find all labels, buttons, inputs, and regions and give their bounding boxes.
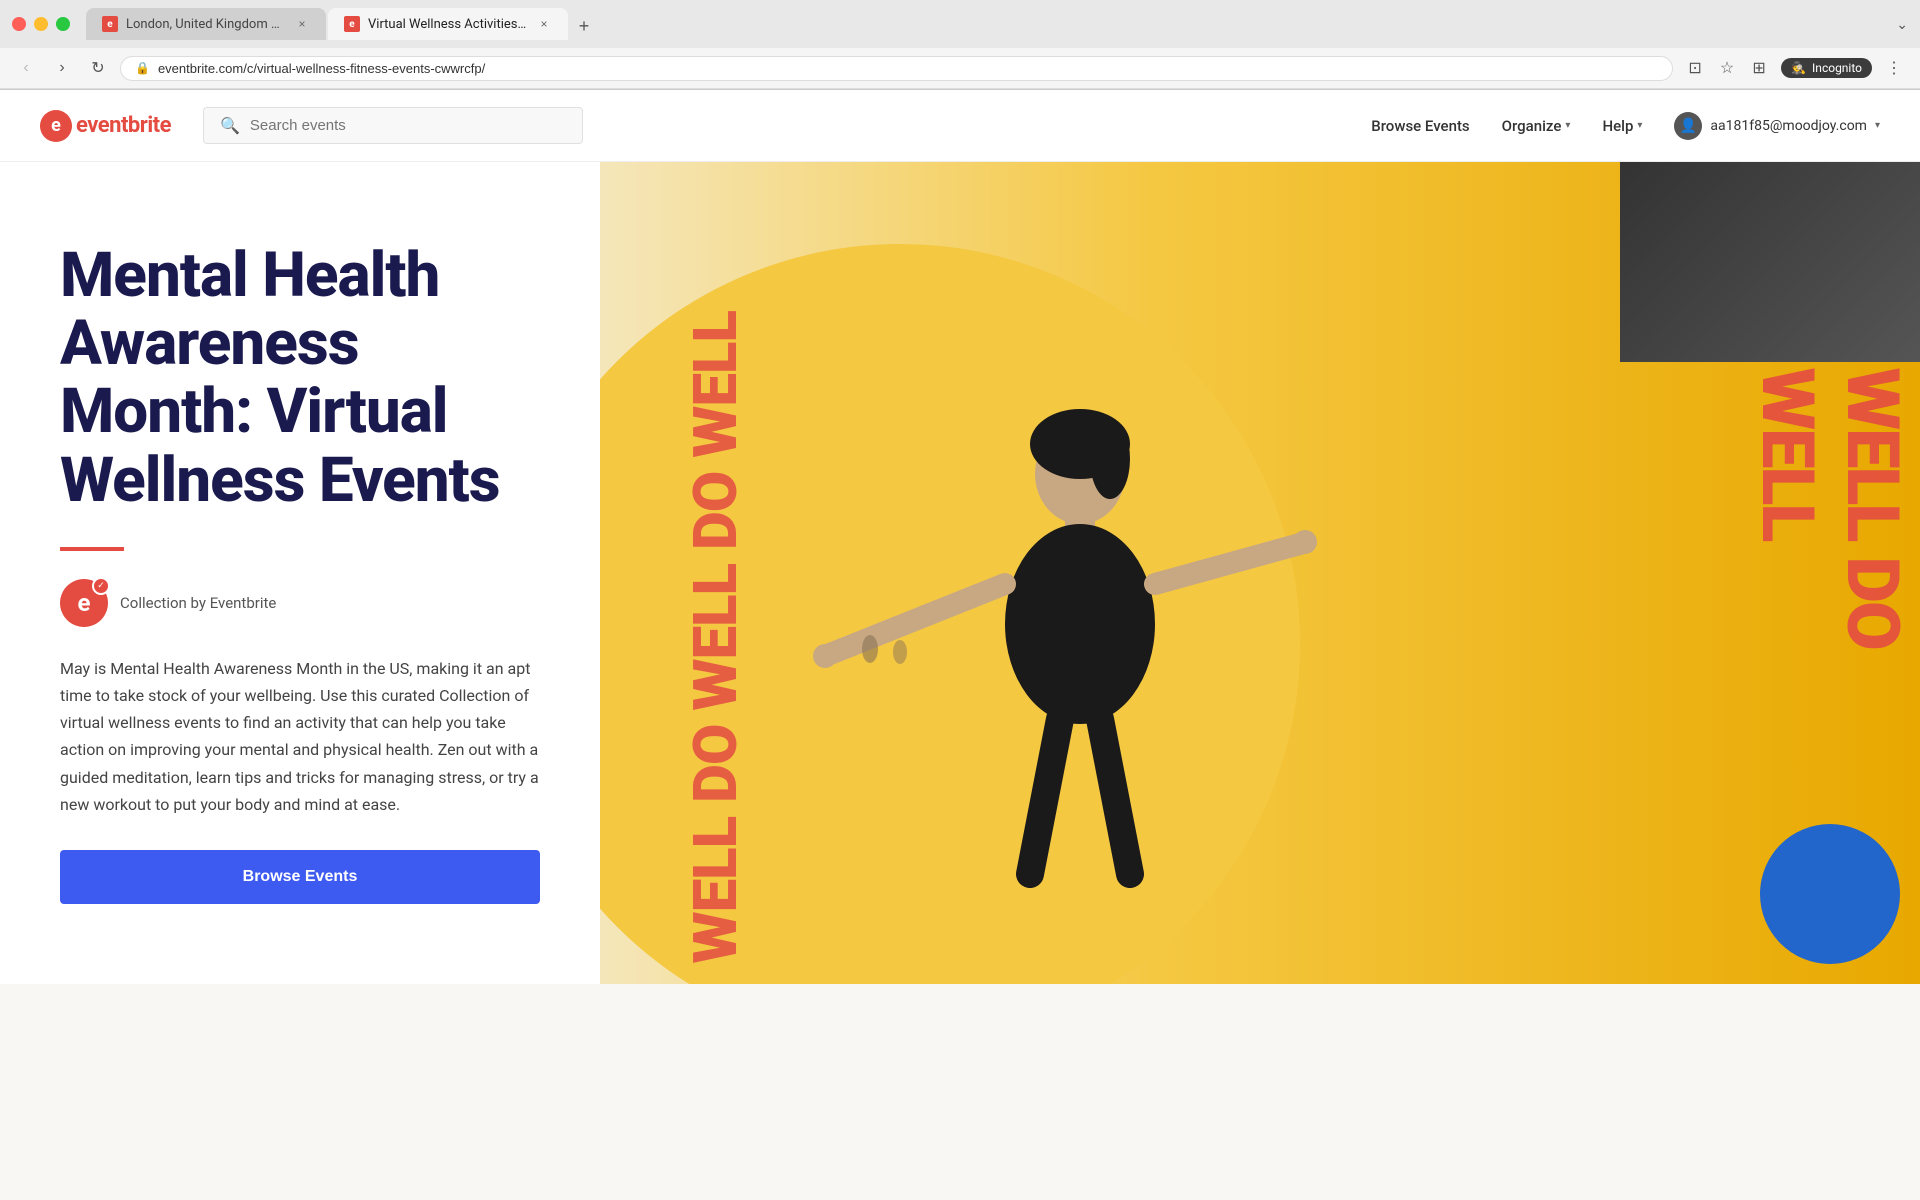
browse-events-cta-button[interactable]: Browse Events bbox=[60, 850, 540, 904]
forward-button[interactable]: › bbox=[48, 54, 76, 82]
back-icon: ‹ bbox=[23, 59, 28, 77]
help-link[interactable]: Help ▾ bbox=[1602, 117, 1642, 135]
search-icon: 🔍 bbox=[220, 116, 240, 135]
url-input[interactable] bbox=[158, 61, 1658, 76]
eventbrite-logo[interactable]: e eventbrite bbox=[40, 110, 171, 142]
hero-dark-overlay bbox=[1620, 162, 1920, 362]
organize-chevron-icon: ▾ bbox=[1565, 120, 1570, 131]
extension-button[interactable]: ⊞ bbox=[1745, 54, 1773, 82]
help-chevron-icon: ▾ bbox=[1637, 120, 1642, 131]
hero-right-panel: WELL DO WELL DO WELL WELL DO WELL DO WEL… bbox=[600, 162, 1920, 984]
window-minimize-button[interactable] bbox=[34, 17, 48, 31]
menu-dots-icon: ⋮ bbox=[1886, 58, 1902, 78]
eventbrite-logo-text: eventbrite bbox=[76, 113, 171, 138]
window-close-button[interactable] bbox=[12, 17, 26, 31]
cast-icon: ⊡ bbox=[1688, 58, 1701, 78]
eventbrite-logo-icon: e bbox=[40, 110, 72, 142]
bookmark-button[interactable]: ☆ bbox=[1713, 54, 1741, 82]
browse-events-link[interactable]: Browse Events bbox=[1371, 117, 1469, 135]
tab-favicon-1: e bbox=[102, 16, 118, 32]
hero-rotating-text-bottom: WELL DO WELL DO WELL bbox=[680, 311, 751, 964]
incognito-icon: 🕵 bbox=[1791, 61, 1806, 75]
user-icon-glyph: 👤 bbox=[1680, 118, 1697, 134]
nav-links: Browse Events Organize ▾ Help ▾ 👤 aa181f… bbox=[1371, 112, 1880, 140]
tab-expand-button[interactable]: ⌄ bbox=[1896, 16, 1908, 33]
collection-logo: e ✓ bbox=[60, 579, 108, 627]
tab-favicon-2: e bbox=[344, 16, 360, 32]
lock-icon: 🔒 bbox=[135, 61, 150, 75]
user-avatar-icon: 👤 bbox=[1674, 112, 1702, 140]
hero-description: May is Mental Health Awareness Month in … bbox=[60, 655, 540, 818]
tabs-bar: e London, United Kingdom Ev... × e Virtu… bbox=[86, 8, 1888, 40]
hero-person-image bbox=[650, 344, 1350, 984]
browser-tab-1[interactable]: e London, United Kingdom Ev... × bbox=[86, 8, 326, 40]
new-tab-button[interactable]: + bbox=[570, 12, 598, 40]
forward-icon: › bbox=[59, 59, 64, 77]
hero-left-panel: Mental Health Awareness Month: Virtual W… bbox=[0, 162, 600, 984]
hero-small-preview bbox=[1760, 824, 1900, 964]
eventbrite-navbar: e eventbrite 🔍 Browse Events Organize ▾ … bbox=[0, 90, 1920, 162]
tab-title-1: London, United Kingdom Ev... bbox=[126, 17, 286, 32]
tab-close-button-2[interactable]: × bbox=[536, 16, 552, 32]
user-email-label: aa181f85@moodjoy.com bbox=[1710, 118, 1867, 134]
incognito-badge: 🕵 Incognito bbox=[1781, 58, 1872, 78]
user-chevron-icon: ▾ bbox=[1875, 120, 1880, 131]
user-area[interactable]: 👤 aa181f85@moodjoy.com ▾ bbox=[1674, 112, 1880, 140]
address-bar-actions: ⊡ ☆ ⊞ bbox=[1681, 54, 1773, 82]
browse-events-label: Browse Events bbox=[1371, 117, 1469, 135]
puzzle-icon: ⊞ bbox=[1752, 58, 1765, 78]
search-input[interactable] bbox=[250, 117, 566, 134]
hero-rotating-text-right: WELL DO WELL DO WELL bbox=[1745, 367, 1920, 778]
window-maximize-button[interactable] bbox=[56, 17, 70, 31]
address-bar[interactable]: 🔒 bbox=[120, 56, 1673, 81]
browser-titlebar: e London, United Kingdom Ev... × e Virtu… bbox=[0, 0, 1920, 48]
collection-label: Collection by Eventbrite bbox=[120, 594, 276, 612]
browser-tab-2[interactable]: e Virtual Wellness Activities | Ev... × bbox=[328, 8, 568, 40]
organize-link[interactable]: Organize ▾ bbox=[1502, 117, 1571, 135]
hero-banner: Mental Health Awareness Month: Virtual W… bbox=[0, 162, 1920, 984]
collection-check-icon: ✓ bbox=[92, 577, 110, 595]
back-button[interactable]: ‹ bbox=[12, 54, 40, 82]
help-label: Help bbox=[1602, 117, 1633, 135]
bookmark-icon: ☆ bbox=[1720, 58, 1734, 78]
hero-person-svg bbox=[650, 344, 1350, 984]
collection-badge: e ✓ Collection by Eventbrite bbox=[60, 579, 540, 627]
organize-label: Organize bbox=[1502, 117, 1562, 135]
eventbrite-search-bar[interactable]: 🔍 bbox=[203, 107, 583, 144]
browser-chrome: e London, United Kingdom Ev... × e Virtu… bbox=[0, 0, 1920, 90]
reload-button[interactable]: ↻ bbox=[84, 54, 112, 82]
reload-icon: ↻ bbox=[91, 58, 104, 78]
hero-title: Mental Health Awareness Month: Virtual W… bbox=[60, 242, 540, 515]
tab-title-2: Virtual Wellness Activities | Ev... bbox=[368, 17, 528, 32]
browser-menu-button[interactable]: ⋮ bbox=[1880, 54, 1908, 82]
address-bar-row: ‹ › ↻ 🔒 ⊡ ☆ ⊞ 🕵 Incognito bbox=[0, 48, 1920, 89]
incognito-label: Incognito bbox=[1812, 61, 1862, 75]
hero-divider bbox=[60, 547, 124, 551]
main-content: Mental Health Awareness Month: Virtual W… bbox=[0, 162, 1920, 984]
window-controls bbox=[12, 17, 70, 31]
tab-close-button-1[interactable]: × bbox=[294, 16, 310, 32]
cast-button[interactable]: ⊡ bbox=[1681, 54, 1709, 82]
